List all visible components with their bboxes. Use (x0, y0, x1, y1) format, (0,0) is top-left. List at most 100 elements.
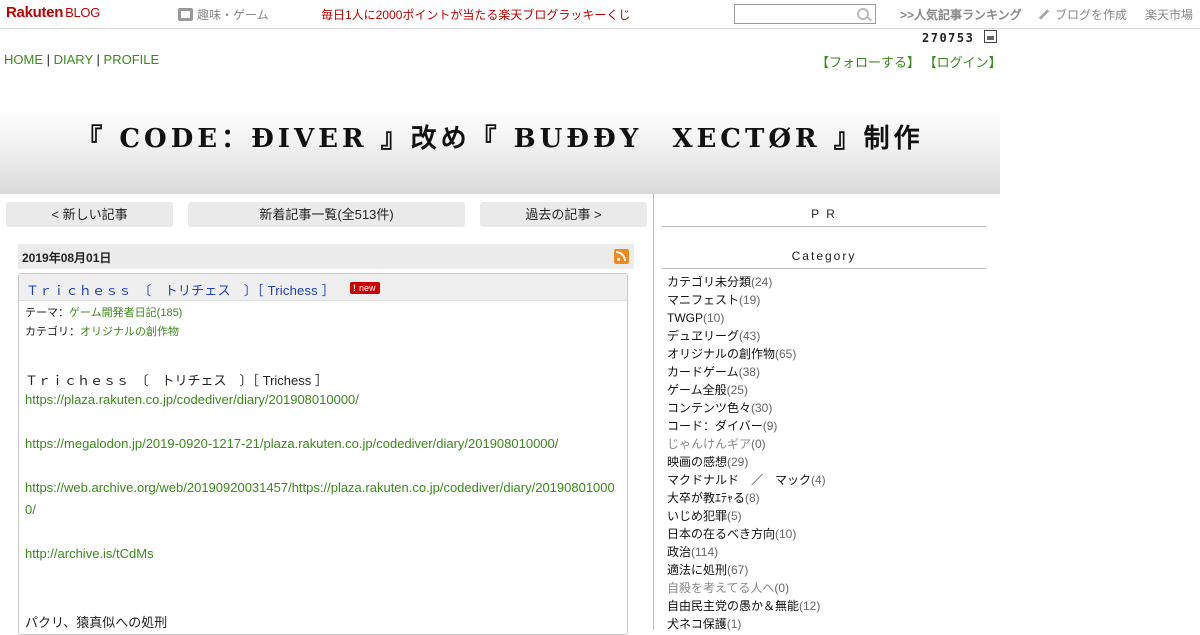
category-item[interactable]: TWGP(10) (667, 309, 826, 327)
category-item[interactable]: カテゴリ未分類(24) (667, 273, 826, 291)
category-count: (0) (774, 581, 790, 595)
column-divider (653, 194, 654, 630)
popular-ranking-link[interactable]: >>人気記事ランキング (900, 6, 1022, 23)
body-link-megalodon[interactable]: https://megalodon.jp/2019-0920-1217-21/p… (25, 436, 558, 451)
category-item[interactable]: 自由民主党の愚か＆無能(12) (667, 597, 826, 615)
genre-link-hobby-game[interactable]: 趣味・ゲーム (178, 6, 269, 23)
entry-category: カテゴリ：オリジナルの創作物 (25, 323, 179, 339)
nav-profile-link[interactable]: PROFILE (104, 52, 160, 67)
rss-icon[interactable] (614, 249, 629, 264)
body-link-rakuten[interactable]: https://plaza.rakuten.co.jp/codediver/di… (25, 392, 359, 407)
entry-date-bar: 2019年08月01日 (18, 244, 634, 269)
body-link-archive-is[interactable]: http://archive.is/tCdMs (25, 546, 154, 561)
category-item[interactable]: 犬ネコ保護(1) (667, 615, 826, 633)
article-list-button[interactable]: 新着記事一覧(全513件) (188, 202, 465, 227)
category-item[interactable]: オリジナルの創作物(65) (667, 345, 826, 363)
blog-nav: HOME | DIARY | PROFILE (4, 52, 159, 67)
search-icon[interactable] (857, 8, 869, 20)
category-name: 自殺を考えてる人へ (667, 581, 775, 595)
category-count: (38) (738, 365, 760, 379)
category-item[interactable]: カードゲーム(38) (667, 363, 826, 381)
category-name: カードゲーム (667, 365, 739, 379)
entry-date: 2019年08月01日 (22, 251, 112, 265)
category-count: (1) (726, 617, 742, 631)
category-name: じゃんけんギア (667, 437, 752, 451)
body-link-webarchive[interactable]: https://web.archive.org/web/201909200314… (25, 480, 615, 495)
body-title: Ｔｒｉｃｈｅｓｓ 〔 トリチェス 〕［ Trichess ］ (25, 370, 328, 389)
lucky-lottery-link[interactable]: 毎日1人に2000ポイントが当たる楽天ブログラッキーくじ (321, 6, 630, 23)
nav-separator: | (96, 52, 100, 67)
category-name: 犬ネコ保護 (667, 617, 727, 631)
new-badge-label: new (359, 283, 376, 293)
account-links: 【フォローする】 【ログイン】 (816, 52, 1002, 71)
category-count: (25) (726, 383, 748, 397)
category-name: デュヱリーグ (667, 329, 740, 343)
game-icon (178, 8, 193, 21)
nav-home-link[interactable]: HOME (4, 52, 43, 67)
counter-icon[interactable] (984, 30, 997, 43)
body-text: パクリ、猿真似への処刑 (25, 615, 168, 630)
category-item[interactable]: マニフェスト(19) (667, 291, 826, 309)
category-item[interactable]: デュヱリーグ(43) (667, 327, 826, 345)
category-link[interactable]: オリジナルの創作物 (80, 326, 179, 338)
category-name: 適法に処刑 (667, 563, 728, 577)
category-name: ゲーム全般 (667, 383, 727, 397)
category-name: 大卒が教ｴﾃｬる (667, 491, 746, 505)
alert-icon: ! (353, 283, 356, 293)
body-link-webarchive-cont[interactable]: 0/ (25, 502, 36, 517)
category-item[interactable]: 日本の在るべき方向(10) (667, 525, 826, 543)
theme-label: テーマ： (25, 307, 69, 319)
category-list: カテゴリ未分類(24) マニフェスト(19) TWGP(10) デュヱリーグ(43) オ… (667, 273, 826, 633)
genre-label: 趣味・ゲーム (197, 8, 269, 22)
category-count: (114) (691, 545, 719, 559)
entry-box: Ｔｒｉｃｈｅｓｓ 〔 トリチェス 〕［ Trichess ］ ! new テーマ：… (18, 273, 628, 635)
category-count: (0) (751, 437, 766, 451)
create-blog-link[interactable]: ブログを作成 (1038, 6, 1127, 23)
rakuten-market-link[interactable]: 楽天市場 (1145, 6, 1193, 23)
category-label: カテゴリ： (25, 326, 80, 338)
category-item[interactable]: ゲーム全般(25) (667, 381, 826, 399)
blog-title[interactable]: 『 CODE：ĐIVER 』改め『 BUĐĐY XECTØR 』制作 (0, 118, 1000, 155)
category-count: (9) (762, 419, 778, 433)
pencil-icon (1038, 9, 1050, 20)
rakuten-blog-logo[interactable]: Rakuten BLOG (6, 4, 100, 21)
category-name: コンテンツ色々 (667, 401, 752, 415)
entry-theme: テーマ：ゲーム開発者日記(185) (25, 304, 182, 320)
entry-title[interactable]: Ｔｒｉｃｈｅｓｓ 〔 トリチェス 〕［ Trichess ］ (26, 280, 335, 299)
category-count: (30) (751, 401, 773, 415)
body-title-text: Ｔｒｉｃｈｅｓｓ 〔 トリチェス 〕［ Trichess ］ (25, 373, 328, 388)
category-count: (43) (739, 329, 761, 343)
category-item[interactable]: 政治(114) (667, 543, 826, 561)
category-item[interactable]: コード：ダイバー(9) (667, 417, 826, 435)
category-item[interactable]: 適法に処刑(67) (667, 561, 826, 579)
category-item[interactable]: 自殺を考えてる人へ(0) (667, 579, 826, 597)
category-count: (10) (703, 311, 725, 325)
login-link[interactable]: 【ログイン】 (924, 55, 1002, 70)
follow-link[interactable]: 【フォローする】 (816, 55, 920, 70)
category-item[interactable]: 映画の感想(29) (667, 453, 826, 471)
search-input[interactable] (734, 4, 876, 24)
category-item[interactable]: コンテンツ色々(30) (667, 399, 826, 417)
older-article-button[interactable]: 過去の記事 > (480, 202, 647, 227)
category-item[interactable]: マクドナルド ／ マック(4) (667, 471, 826, 489)
category-item[interactable]: いじめ犯罪(5) (667, 507, 826, 525)
new-badge: ! new (350, 282, 380, 294)
category-count: (24) (751, 275, 773, 289)
category-name: 自由民主党の愚か＆無能 (667, 599, 800, 613)
category-count: (67) (727, 563, 749, 577)
newer-article-button[interactable]: < 新しい記事 (6, 202, 173, 227)
logo-sub-text: BLOG (65, 5, 101, 20)
category-count: (12) (799, 599, 821, 613)
theme-link[interactable]: ゲーム開発者日記(185) (69, 307, 182, 319)
category-count: (5) (727, 509, 742, 523)
category-name: コード：ダイバー (667, 419, 763, 433)
nav-diary-link[interactable]: DIARY (54, 52, 93, 67)
category-item[interactable]: 大卒が教ｴﾃｬる(8) (667, 489, 826, 507)
category-name: いじめ犯罪 (667, 509, 728, 523)
access-counter: 270753 (922, 31, 975, 45)
logo-text: Rakuten (6, 4, 64, 21)
category-name: 映画の感想 (667, 455, 728, 469)
category-count: (10) (775, 527, 797, 541)
category-item[interactable]: じゃんけんギア(0) (667, 435, 826, 453)
category-name: 日本の在るべき方向 (667, 527, 776, 541)
